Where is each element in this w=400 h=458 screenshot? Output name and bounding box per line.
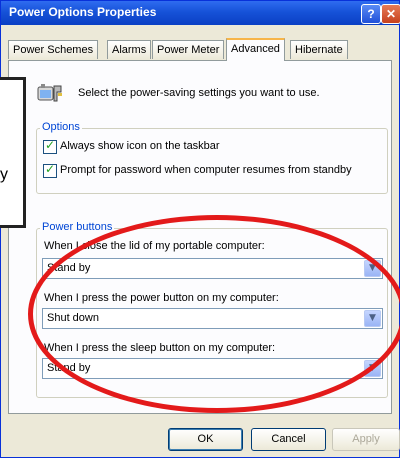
- tab-power-meter[interactable]: Power Meter: [152, 40, 225, 59]
- ok-button[interactable]: OK: [168, 428, 243, 451]
- options-group: [36, 128, 388, 194]
- show-icon-label: Always show icon on the taskbar: [60, 140, 220, 152]
- battery-power-icon: [37, 84, 62, 102]
- window-title: Power Options Properties: [9, 5, 157, 19]
- show-icon-checkbox[interactable]: [43, 138, 57, 154]
- prompt-password-label: Prompt for password when computer resume…: [60, 164, 352, 176]
- annotation-callout-box: [0, 77, 26, 228]
- title-bar[interactable]: Power Options Properties ? ✕: [1, 1, 400, 25]
- tab-hibernate[interactable]: Hibernate: [290, 40, 348, 59]
- annotation-callout-text: y: [0, 166, 8, 183]
- cancel-button[interactable]: Cancel: [251, 428, 326, 451]
- tab-power-schemes[interactable]: Power Schemes: [8, 40, 99, 59]
- tab-advanced[interactable]: Advanced: [226, 38, 285, 61]
- intro-text: Select the power-saving settings you wan…: [78, 87, 320, 99]
- help-button[interactable]: ?: [361, 4, 381, 24]
- power-buttons-group-label: Power buttons: [40, 221, 115, 233]
- tab-alarms[interactable]: Alarms: [107, 40, 152, 59]
- close-button[interactable]: ✕: [381, 4, 400, 24]
- apply-button: Apply: [332, 428, 400, 451]
- prompt-password-checkbox[interactable]: [43, 162, 57, 178]
- options-group-label: Options: [40, 121, 82, 133]
- red-highlight-circle: [28, 215, 400, 413]
